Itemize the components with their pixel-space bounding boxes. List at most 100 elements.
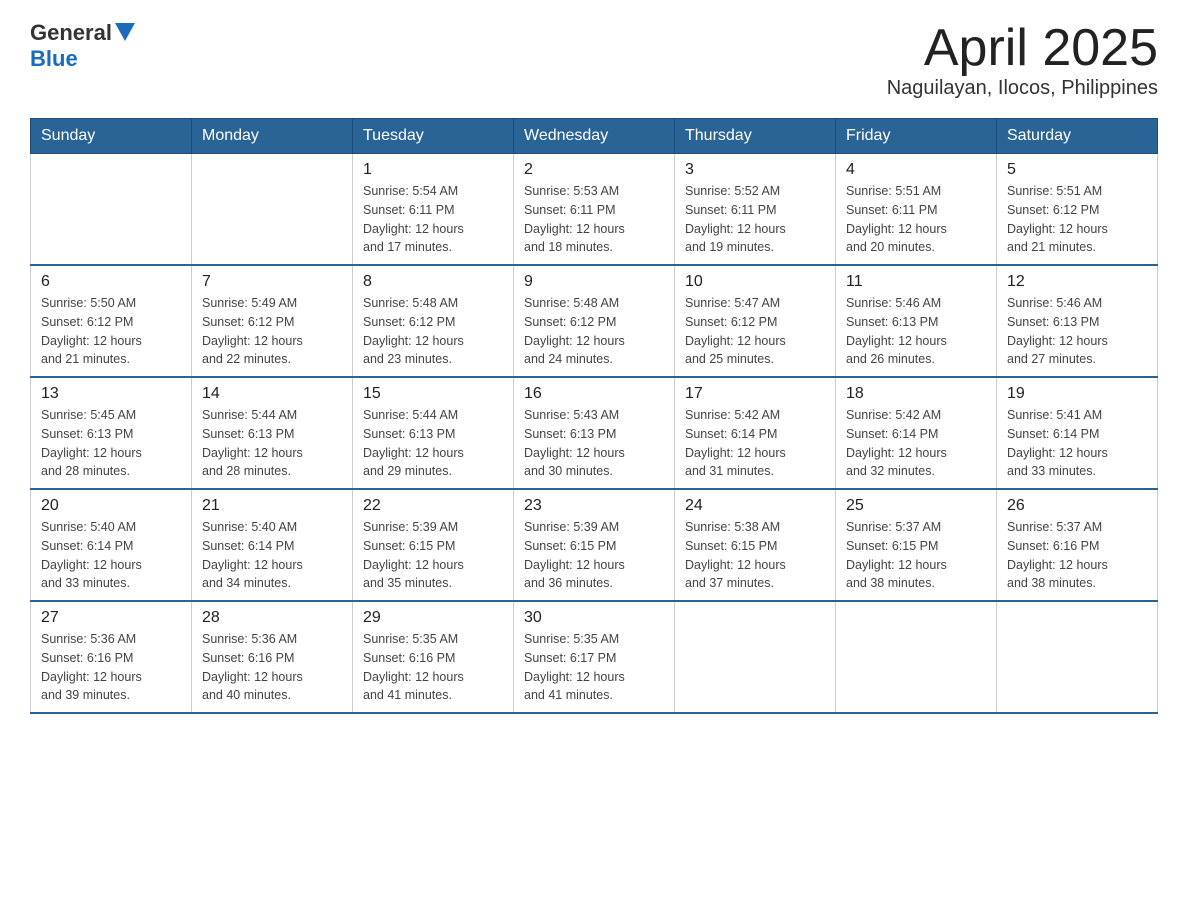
day-number: 16: [524, 385, 664, 403]
day-number: 12: [1007, 273, 1147, 291]
day-number: 8: [363, 273, 503, 291]
day-number: 6: [41, 273, 181, 291]
calendar-cell: 18 Sunrise: 5:42 AM Sunset: 6:14 PM Dayli…: [836, 377, 997, 489]
calendar-week-row: 13 Sunrise: 5:45 AM Sunset: 6:13 PM Dayli…: [31, 377, 1158, 489]
calendar-week-row: 27Sunrise: 5:36 AM Sunset: 6:16 PM Dayli…: [31, 601, 1158, 713]
calendar-cell: [31, 154, 192, 266]
calendar-cell: 26 Sunrise: 5:37 AM Sunset: 6:16 PM Dayli…: [997, 489, 1158, 601]
day-info: Sunrise: 5:53 AM Sunset: 6:11 PM Dayligh…: [524, 182, 664, 257]
calendar-cell: 1 Sunrise: 5:54 AM Sunset: 6:11 PM Daylig…: [353, 154, 514, 266]
calendar-week-row: 6 Sunrise: 5:50 AM Sunset: 6:12 PM Daylig…: [31, 265, 1158, 377]
day-number: 21: [202, 497, 342, 515]
day-info: Sunrise: 5:46 AM Sunset: 6:13 PM Dayligh…: [1007, 294, 1147, 369]
weekday-header-sunday: Sunday: [31, 119, 192, 154]
day-info: Sunrise: 5:45 AM Sunset: 6:13 PM Dayligh…: [41, 406, 181, 481]
day-info: Sunrise: 5:37 AM Sunset: 6:16 PM Dayligh…: [1007, 518, 1147, 593]
calendar-subtitle: Naguilayan, Ilocos, Philippines: [887, 77, 1158, 100]
calendar-cell: 27Sunrise: 5:36 AM Sunset: 6:16 PM Dayli…: [31, 601, 192, 713]
day-number: 24: [685, 497, 825, 515]
day-number: 4: [846, 161, 986, 179]
day-number: 30: [524, 609, 664, 627]
calendar-cell: 3 Sunrise: 5:52 AM Sunset: 6:11 PM Daylig…: [675, 154, 836, 266]
calendar-cell: 8Sunrise: 5:48 AM Sunset: 6:12 PM Daylig…: [353, 265, 514, 377]
day-info: Sunrise: 5:42 AM Sunset: 6:14 PM Dayligh…: [846, 406, 986, 481]
calendar-cell: 29Sunrise: 5:35 AM Sunset: 6:16 PM Dayli…: [353, 601, 514, 713]
calendar-cell: 16 Sunrise: 5:43 AM Sunset: 6:13 PM Dayli…: [514, 377, 675, 489]
calendar-table: SundayMondayTuesdayWednesdayThursdayFrid…: [30, 118, 1158, 714]
calendar-cell: 10 Sunrise: 5:47 AM Sunset: 6:12 PM Dayli…: [675, 265, 836, 377]
day-number: 7: [202, 273, 342, 291]
day-info: Sunrise: 5:40 AM Sunset: 6:14 PM Dayligh…: [202, 518, 342, 593]
calendar-cell: 11 Sunrise: 5:46 AM Sunset: 6:13 PM Dayli…: [836, 265, 997, 377]
calendar-cell: [997, 601, 1158, 713]
logo: General Blue: [30, 20, 135, 72]
day-number: 28: [202, 609, 342, 627]
calendar-cell: 30 Sunrise: 5:35 AM Sunset: 6:17 PM Dayli…: [514, 601, 675, 713]
day-number: 11: [846, 273, 986, 291]
day-number: 26: [1007, 497, 1147, 515]
day-info: Sunrise: 5:43 AM Sunset: 6:13 PM Dayligh…: [524, 406, 664, 481]
calendar-cell: [836, 601, 997, 713]
calendar-cell: 13 Sunrise: 5:45 AM Sunset: 6:13 PM Dayli…: [31, 377, 192, 489]
page-header: General Blue April 2025 Naguilayan, Iloc…: [30, 20, 1158, 100]
weekday-header-tuesday: Tuesday: [353, 119, 514, 154]
calendar-cell: [675, 601, 836, 713]
day-info: Sunrise: 5:51 AM Sunset: 6:11 PM Dayligh…: [846, 182, 986, 257]
day-info: Sunrise: 5:40 AM Sunset: 6:14 PM Dayligh…: [41, 518, 181, 593]
day-number: 18: [846, 385, 986, 403]
calendar-cell: 14 Sunrise: 5:44 AM Sunset: 6:13 PM Dayli…: [192, 377, 353, 489]
day-info: Sunrise: 5:44 AM Sunset: 6:13 PM Dayligh…: [363, 406, 503, 481]
day-info: Sunrise: 5:54 AM Sunset: 6:11 PM Dayligh…: [363, 182, 503, 257]
calendar-cell: 23Sunrise: 5:39 AM Sunset: 6:15 PM Dayli…: [514, 489, 675, 601]
calendar-cell: 4 Sunrise: 5:51 AM Sunset: 6:11 PM Daylig…: [836, 154, 997, 266]
day-info: Sunrise: 5:39 AM Sunset: 6:15 PM Dayligh…: [363, 518, 503, 593]
day-info: Sunrise: 5:36 AM Sunset: 6:16 PM Dayligh…: [41, 630, 181, 705]
logo-general: General: [30, 20, 112, 46]
weekday-header-friday: Friday: [836, 119, 997, 154]
calendar-cell: 5Sunrise: 5:51 AM Sunset: 6:12 PM Daylig…: [997, 154, 1158, 266]
title-section: April 2025 Naguilayan, Ilocos, Philippin…: [887, 20, 1158, 100]
calendar-cell: 7Sunrise: 5:49 AM Sunset: 6:12 PM Daylig…: [192, 265, 353, 377]
day-info: Sunrise: 5:52 AM Sunset: 6:11 PM Dayligh…: [685, 182, 825, 257]
day-info: Sunrise: 5:36 AM Sunset: 6:16 PM Dayligh…: [202, 630, 342, 705]
day-number: 2: [524, 161, 664, 179]
day-number: 19: [1007, 385, 1147, 403]
logo-blue: Blue: [30, 46, 78, 72]
calendar-week-row: 1 Sunrise: 5:54 AM Sunset: 6:11 PM Daylig…: [31, 154, 1158, 266]
day-info: Sunrise: 5:37 AM Sunset: 6:15 PM Dayligh…: [846, 518, 986, 593]
day-number: 15: [363, 385, 503, 403]
logo-triangle-icon: [115, 23, 135, 43]
day-number: 3: [685, 161, 825, 179]
calendar-cell: 9Sunrise: 5:48 AM Sunset: 6:12 PM Daylig…: [514, 265, 675, 377]
day-info: Sunrise: 5:41 AM Sunset: 6:14 PM Dayligh…: [1007, 406, 1147, 481]
day-info: Sunrise: 5:46 AM Sunset: 6:13 PM Dayligh…: [846, 294, 986, 369]
day-number: 22: [363, 497, 503, 515]
weekday-header-row: SundayMondayTuesdayWednesdayThursdayFrid…: [31, 119, 1158, 154]
day-number: 17: [685, 385, 825, 403]
calendar-cell: 17Sunrise: 5:42 AM Sunset: 6:14 PM Dayli…: [675, 377, 836, 489]
day-info: Sunrise: 5:38 AM Sunset: 6:15 PM Dayligh…: [685, 518, 825, 593]
day-number: 13: [41, 385, 181, 403]
calendar-cell: 28 Sunrise: 5:36 AM Sunset: 6:16 PM Dayli…: [192, 601, 353, 713]
day-info: Sunrise: 5:50 AM Sunset: 6:12 PM Dayligh…: [41, 294, 181, 369]
day-number: 10: [685, 273, 825, 291]
day-info: Sunrise: 5:35 AM Sunset: 6:17 PM Dayligh…: [524, 630, 664, 705]
day-info: Sunrise: 5:35 AM Sunset: 6:16 PM Dayligh…: [363, 630, 503, 705]
day-number: 14: [202, 385, 342, 403]
day-number: 25: [846, 497, 986, 515]
calendar-week-row: 20Sunrise: 5:40 AM Sunset: 6:14 PM Dayli…: [31, 489, 1158, 601]
day-info: Sunrise: 5:51 AM Sunset: 6:12 PM Dayligh…: [1007, 182, 1147, 257]
day-info: Sunrise: 5:47 AM Sunset: 6:12 PM Dayligh…: [685, 294, 825, 369]
day-number: 9: [524, 273, 664, 291]
weekday-header-wednesday: Wednesday: [514, 119, 675, 154]
weekday-header-thursday: Thursday: [675, 119, 836, 154]
calendar-cell: 19 Sunrise: 5:41 AM Sunset: 6:14 PM Dayli…: [997, 377, 1158, 489]
day-number: 1: [363, 161, 503, 179]
day-info: Sunrise: 5:44 AM Sunset: 6:13 PM Dayligh…: [202, 406, 342, 481]
calendar-cell: 21 Sunrise: 5:40 AM Sunset: 6:14 PM Dayli…: [192, 489, 353, 601]
calendar-cell: 22 Sunrise: 5:39 AM Sunset: 6:15 PM Dayli…: [353, 489, 514, 601]
day-number: 23: [524, 497, 664, 515]
calendar-cell: 12 Sunrise: 5:46 AM Sunset: 6:13 PM Dayli…: [997, 265, 1158, 377]
calendar-cell: 6 Sunrise: 5:50 AM Sunset: 6:12 PM Daylig…: [31, 265, 192, 377]
calendar-cell: 25 Sunrise: 5:37 AM Sunset: 6:15 PM Dayli…: [836, 489, 997, 601]
